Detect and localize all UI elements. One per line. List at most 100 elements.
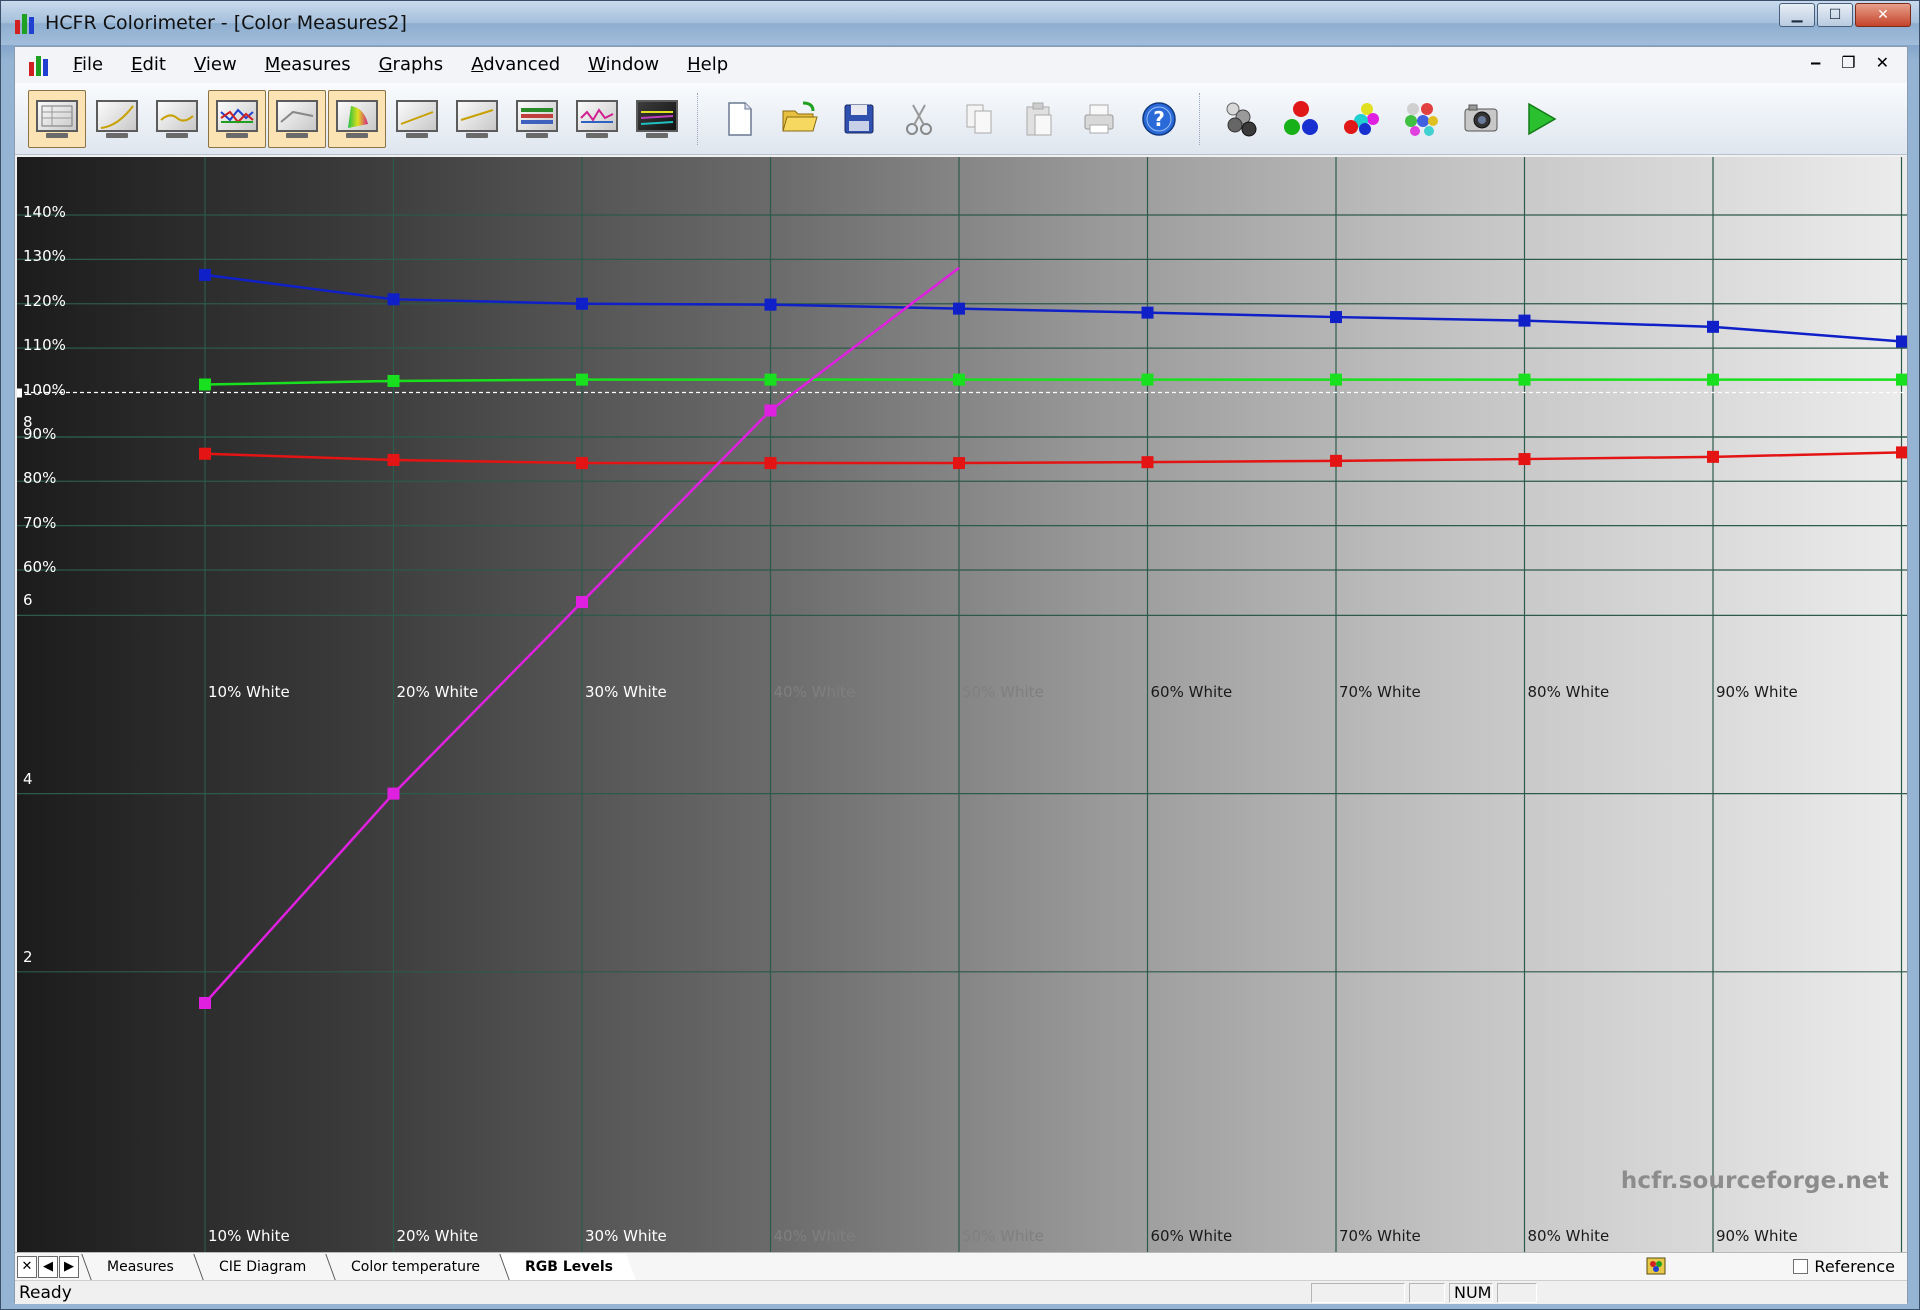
menu-bar: File Edit View Measures Graphs Advanced Window… <box>15 47 1907 83</box>
data-point <box>576 596 588 609</box>
camera-icon <box>1464 104 1498 131</box>
measure-saturations-button[interactable] <box>1392 90 1450 148</box>
menu-edit[interactable]: Edit <box>117 47 180 83</box>
mdi-close-button[interactable]: ✕ <box>1876 53 1889 72</box>
single-measure-button[interactable] <box>1452 90 1510 148</box>
rgb-levels-button[interactable] <box>208 89 266 148</box>
status-text: Ready <box>19 1282 72 1303</box>
reference-label: Reference <box>1814 1257 1895 1276</box>
y-tick-label: 110% <box>23 336 66 355</box>
menu-measures[interactable]: Measures <box>251 47 365 83</box>
measure-gray-button[interactable] <box>1212 90 1270 148</box>
menu-view[interactable]: View <box>180 47 251 83</box>
menu-file[interactable]: File <box>59 47 117 83</box>
status-pane-empty-2 <box>1409 1283 1445 1303</box>
monitor-bars-icon <box>514 98 560 140</box>
mdi-restore-button[interactable]: ❐ <box>1841 53 1855 72</box>
tab-rgb-levels[interactable]: RGB Levels <box>499 1253 636 1280</box>
near-white-button[interactable] <box>628 90 686 148</box>
new-button[interactable] <box>710 90 768 148</box>
title-bar[interactable]: HCFR Colorimeter - [Color Measures2] ▁ ☐… <box>1 1 1919 45</box>
tab-label: Color temperature <box>351 1258 481 1275</box>
svg-text:?: ? <box>1153 107 1165 131</box>
close-button[interactable]: ✕ <box>1855 3 1911 27</box>
saturation-luminance-button[interactable] <box>388 90 446 148</box>
data-point <box>576 373 588 386</box>
series-line <box>204 451 1903 465</box>
x-tick-label: 70% White <box>1339 1227 1421 1245</box>
data-point <box>387 787 400 800</box>
color-temperature-button[interactable] <box>268 89 326 148</box>
x-tick-label: 80% White <box>1527 1227 1610 1245</box>
data-point <box>1896 373 1907 386</box>
data-point <box>199 378 211 391</box>
menu-window[interactable]: Window <box>574 47 673 83</box>
print-button[interactable] <box>1070 90 1128 148</box>
measure-toolbar-group <box>1207 87 1575 151</box>
measure-secondaries-button[interactable] <box>1332 90 1390 148</box>
tab-measures[interactable]: Measures <box>81 1253 197 1280</box>
status-bar: Ready NUM <box>15 1280 1907 1304</box>
menu-label-rest: easures <box>280 54 351 75</box>
mdi-minimize-button[interactable]: ‒ <box>1810 53 1821 72</box>
menu-graphs[interactable]: Graphs <box>365 47 458 83</box>
cie-diagram-button[interactable] <box>328 89 386 148</box>
gray-spheres-icon <box>1226 102 1257 136</box>
menu-label-rest: dvanced <box>483 54 561 75</box>
tab-cie-diagram[interactable]: CIE Diagram <box>193 1253 329 1280</box>
x-tick-label: 50% White <box>962 1227 1044 1245</box>
luminance-graph-button[interactable] <box>88 90 146 148</box>
near-black-button[interactable] <box>568 90 626 148</box>
data-point <box>953 373 965 386</box>
measures-view-button[interactable] <box>28 89 86 148</box>
close-tab-icon[interactable]: ✕ <box>17 1255 37 1278</box>
x-tick-label: 40% White <box>773 683 856 701</box>
menu-label-rest: iew <box>205 54 237 75</box>
menu-mnemonic: W <box>588 54 606 75</box>
gamma-graph-button[interactable] <box>148 90 206 148</box>
saturation-shift-button[interactable] <box>448 90 506 148</box>
palette-icon[interactable] <box>1645 1256 1667 1276</box>
help-button[interactable]: ? <box>1130 90 1188 148</box>
menu-advanced[interactable]: Advanced <box>457 47 574 83</box>
data-point <box>1896 335 1907 348</box>
paste-button[interactable] <box>1010 90 1068 148</box>
maximize-button[interactable]: ☐ <box>1817 3 1853 27</box>
x-tick-label: 60% White <box>1150 1227 1233 1245</box>
open-button[interactable] <box>770 90 828 148</box>
rgb-levels-graph[interactable]: 140% 130% 120% 110% 90% 80% 70% 60% 100% 10% Whit… <box>17 157 1907 1252</box>
copy-button[interactable] <box>950 90 1008 148</box>
data-point <box>576 457 588 470</box>
data-point <box>576 297 588 310</box>
data-point <box>764 373 777 386</box>
x-tick-label: 90% White <box>1716 1227 1798 1245</box>
data-point <box>1330 311 1342 324</box>
document-icon[interactable] <box>29 54 51 76</box>
y-tick-label: 140% <box>23 203 66 221</box>
minimize-button[interactable]: ▁ <box>1779 3 1815 27</box>
reference-checkbox-box[interactable] <box>1793 1259 1809 1274</box>
reference-checkbox[interactable]: Reference <box>1793 1257 1895 1276</box>
data-point <box>1518 314 1531 327</box>
measure-primaries-button[interactable] <box>1272 90 1330 148</box>
data-point <box>199 447 211 460</box>
tab-next-icon[interactable]: ▶ <box>59 1255 79 1278</box>
view-tab-bar: ✕ ◀ ▶ Measures CIE Diagram Color temperature… <box>15 1252 1907 1280</box>
menu-mnemonic: E <box>131 54 143 75</box>
cut-button[interactable] <box>890 90 948 148</box>
menu-help[interactable]: Help <box>673 47 742 83</box>
continuous-measure-button[interactable] <box>1512 90 1570 148</box>
monitor-curve-icon <box>94 98 140 140</box>
menu-mnemonic: G <box>378 54 393 75</box>
data-point <box>1141 306 1154 319</box>
tab-label: RGB Levels <box>525 1258 614 1275</box>
tab-color-temperature[interactable]: Color temperature <box>325 1253 503 1280</box>
x-tick-label: 10% White <box>208 683 290 701</box>
menu-mnemonic: F <box>73 54 83 75</box>
save-button[interactable] <box>830 90 888 148</box>
y-tick-label: 6 <box>23 591 33 610</box>
menu-mnemonic: V <box>193 54 206 75</box>
tab-prev-icon[interactable]: ◀ <box>38 1255 58 1278</box>
color-checker-button[interactable] <box>508 90 566 148</box>
data-point <box>387 293 400 306</box>
